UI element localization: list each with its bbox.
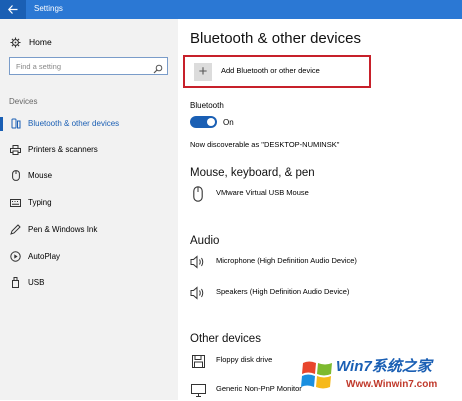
sidebar-item-label: Typing (28, 198, 52, 207)
window-title: Settings (34, 4, 63, 13)
search-box (9, 57, 168, 75)
active-indicator (0, 117, 3, 131)
home-nav[interactable]: Home (10, 35, 52, 49)
bluetooth-devices-icon (10, 118, 21, 129)
group-heading: Mouse, keyboard, & pen (190, 167, 315, 179)
sidebar-item-bluetooth[interactable]: Bluetooth & other devices (0, 115, 178, 133)
sidebar-item-label: USB (28, 278, 45, 287)
main-content: Bluetooth & other devices + Add Bluetoot… (178, 19, 462, 400)
windows-logo-icon (301, 361, 332, 389)
device-item[interactable]: VMware Virtual USB Mouse (190, 185, 450, 205)
sidebar-item-label: AutoPlay (28, 252, 61, 261)
mouse-icon (190, 185, 206, 203)
plus-icon: + (194, 63, 212, 81)
keyboard-icon (10, 197, 21, 208)
bluetooth-state: On (223, 118, 234, 127)
search-input[interactable] (10, 58, 150, 74)
sidebar-item-typing[interactable]: Typing (0, 194, 178, 212)
mouse-icon (10, 170, 21, 181)
bluetooth-toggle[interactable] (190, 116, 217, 128)
pen-icon (10, 224, 21, 235)
add-device-button[interactable]: + Add Bluetooth or other device (183, 55, 371, 88)
watermark-url: Www.Winwin7.com (346, 379, 438, 390)
device-name: Microphone (High Definition Audio Device… (216, 256, 357, 265)
sidebar-item-mouse[interactable]: Mouse (0, 167, 178, 185)
sidebar-item-label: Bluetooth & other devices (28, 119, 120, 128)
gear-icon (10, 36, 22, 48)
toggle-knob (207, 118, 215, 126)
bluetooth-label: Bluetooth (190, 101, 224, 110)
printer-icon (10, 144, 21, 155)
sidebar-item-pen[interactable]: Pen & Windows Ink (0, 221, 178, 239)
group-heading: Other devices (190, 333, 261, 345)
watermark-brand: Win7系统之家 (336, 358, 432, 375)
sidebar-item-label: Mouse (28, 171, 53, 180)
watermark: Win7系统之家 Www.Winwin7.com (298, 352, 462, 400)
home-label: Home (29, 37, 52, 47)
add-device-label: Add Bluetooth or other device (221, 66, 320, 75)
sidebar-item-usb[interactable]: USB (0, 274, 178, 292)
page-title: Bluetooth & other devices (190, 30, 361, 47)
device-item[interactable]: Speakers (High Definition Audio Device) (190, 284, 450, 304)
speaker-icon (190, 253, 206, 271)
title-bar: Settings (0, 0, 462, 19)
speaker-icon (190, 284, 206, 302)
device-item[interactable]: Microphone (High Definition Audio Device… (190, 253, 450, 273)
sidebar-item-label: Printers & scanners (28, 145, 98, 154)
search-icon[interactable] (153, 61, 163, 74)
group-heading: Audio (190, 235, 220, 247)
devices-section-label: Devices (9, 97, 38, 106)
back-button[interactable] (0, 0, 26, 19)
sidebar-item-autoplay[interactable]: AutoPlay (0, 248, 178, 266)
back-arrow-icon (8, 5, 18, 14)
usb-icon (10, 277, 21, 288)
device-name: Floppy disk drive (216, 355, 273, 364)
device-name: VMware Virtual USB Mouse (216, 188, 309, 197)
monitor-icon (190, 381, 206, 399)
device-name: Generic Non-PnP Monitor (216, 384, 302, 393)
sidebar-item-printers[interactable]: Printers & scanners (0, 141, 178, 159)
floppy-disk-icon (190, 352, 206, 370)
sidebar-item-label: Pen & Windows Ink (28, 225, 98, 234)
autoplay-icon (10, 251, 21, 262)
device-name: Speakers (High Definition Audio Device) (216, 287, 350, 296)
sidebar: Home Devices Bluetooth & other devices P… (0, 19, 178, 400)
discoverable-text: Now discoverable as "DESKTOP-NUMINSK" (190, 140, 340, 149)
